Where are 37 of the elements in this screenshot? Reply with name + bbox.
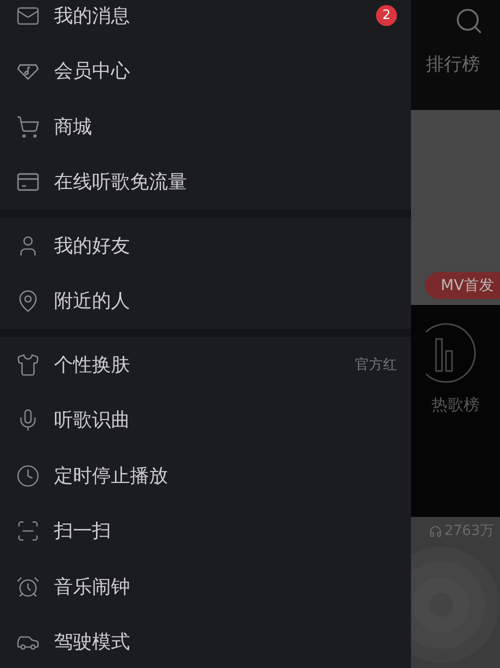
menu-label: 扫一扫 [54,519,112,544]
menu-label: 听歌识曲 [54,408,131,434]
menu-item[interactable]: 听歌识曲 [0,392,411,448]
banner[interactable]: MV首发 [411,110,500,305]
menu-label: 定时停止播放 [54,464,169,489]
menu-label: 会员中心 [54,59,131,84]
scan-icon [16,519,40,544]
unread-badge: 2 [376,5,397,26]
menu-item[interactable]: 我的消息 2 [0,0,411,44]
chart-label: 热歌榜 [432,395,480,416]
search-icon[interactable] [454,6,484,36]
banner-tag: MV首发 [424,272,500,299]
menu-item[interactable]: 音乐闹钟 [0,559,411,614]
menu-label: 我的好友 [54,234,131,259]
menu-label: 附近的人 [54,289,131,314]
menu-item[interactable]: 个性换肤 官方红 [0,337,411,392]
menu-label: 在线听歌免流量 [54,170,188,196]
menu-label: 商城 [54,114,93,140]
menu-value: 官方红 [355,356,397,374]
menu-label: 我的消息 [54,4,131,29]
menu-item[interactable]: 在线听歌免流量 [0,154,411,210]
menu-item[interactable]: 定时停止播放 [0,448,411,504]
menu-item[interactable]: 扫一扫 [0,504,411,559]
clock-icon [16,464,40,488]
menu-label: 音乐闹钟 [54,574,131,600]
shirt-icon [16,352,40,377]
menu-item[interactable]: 我的好友 [0,218,411,274]
menu-item[interactable]: 附近的人 [0,274,411,329]
cart-icon [16,114,40,139]
menu-item[interactable]: 商城 [0,99,411,154]
menu-label: 个性换肤 [54,352,131,378]
alarm-clock-icon [16,574,40,599]
menu-item[interactable]: 驾驶模式 [0,614,411,668]
tab-label[interactable]: 排行榜 [426,52,480,76]
headphones-icon [429,524,442,538]
menu-item[interactable]: 会员中心 [0,44,411,99]
menu-label: 驾驶模式 [54,630,131,656]
